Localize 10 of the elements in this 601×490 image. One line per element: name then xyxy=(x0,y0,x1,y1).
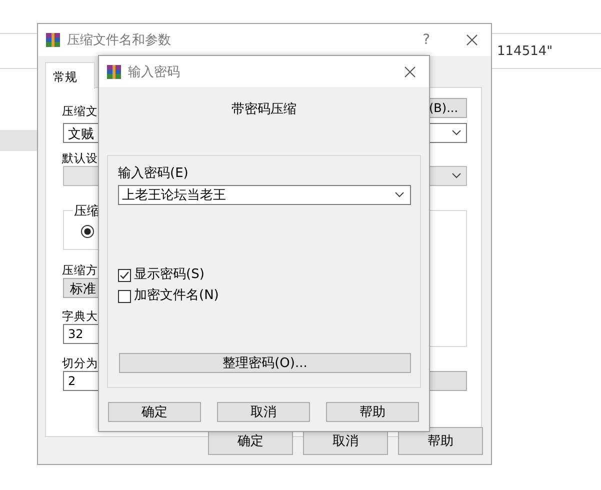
field-label: 字典大 xyxy=(62,309,98,324)
window-title: 压缩文件名和参数 xyxy=(67,32,172,49)
field-label: 默认设 xyxy=(62,151,98,166)
window-title: 输入密码 xyxy=(128,64,181,80)
field-label: 切分为 xyxy=(62,356,98,371)
file-name-text: 114514" xyxy=(497,44,553,59)
field-label: 压缩文 xyxy=(62,104,98,119)
field-label: 输入密码(E) xyxy=(118,167,188,181)
field-label: 压缩方 xyxy=(62,263,98,278)
dialog-heading: 带密码压缩 xyxy=(232,102,296,118)
